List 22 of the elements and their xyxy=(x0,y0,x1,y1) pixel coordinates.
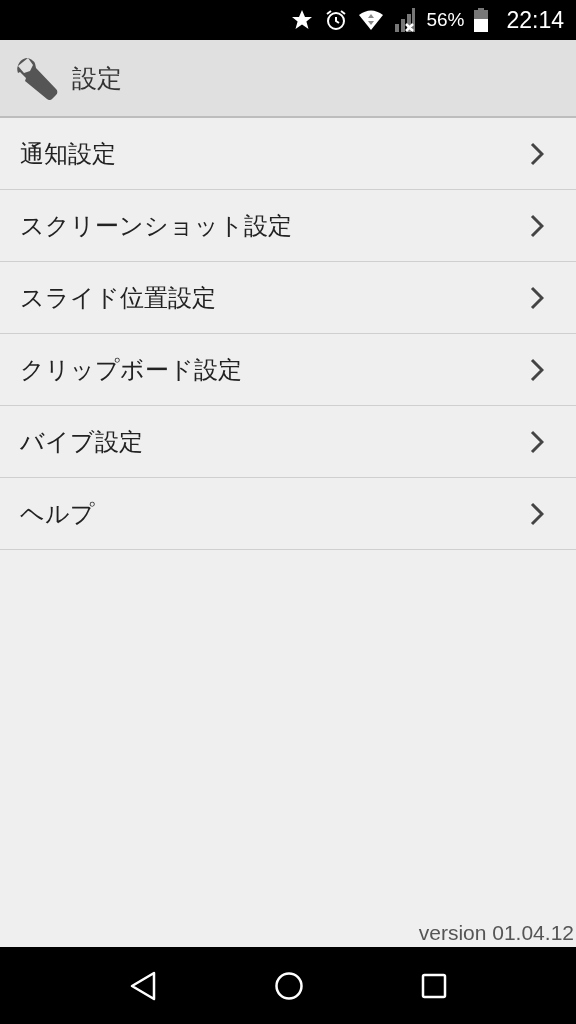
menu-item[interactable]: スライド位置設定 xyxy=(0,262,576,334)
chevron-right-icon xyxy=(530,429,544,454)
menu-item[interactable]: バイブ設定 xyxy=(0,406,576,478)
recent-apps-icon[interactable] xyxy=(421,972,448,999)
home-icon[interactable] xyxy=(274,970,304,1001)
chevron-right-icon xyxy=(530,357,544,382)
battery-percentage: 56% xyxy=(426,9,465,31)
menu-item[interactable]: 通知設定 xyxy=(0,118,576,190)
wifi-icon xyxy=(358,9,385,31)
chevron-right-icon xyxy=(530,501,544,526)
signal-icon xyxy=(394,7,417,33)
clock-time: 22:14 xyxy=(506,6,564,34)
chevron-right-icon xyxy=(530,213,544,238)
menu-item[interactable]: スクリーンショット設定 xyxy=(0,190,576,262)
chevron-right-icon xyxy=(530,285,544,310)
menu-item[interactable]: ヘルプ xyxy=(0,478,576,550)
chevron-right-icon xyxy=(530,141,544,166)
screen-title: 設定 xyxy=(72,62,122,95)
version-text: version 01.04.12 xyxy=(418,921,575,946)
battery-icon xyxy=(474,8,489,32)
back-icon[interactable] xyxy=(128,970,157,1001)
menu-item[interactable]: クリップボード設定 xyxy=(0,334,576,406)
